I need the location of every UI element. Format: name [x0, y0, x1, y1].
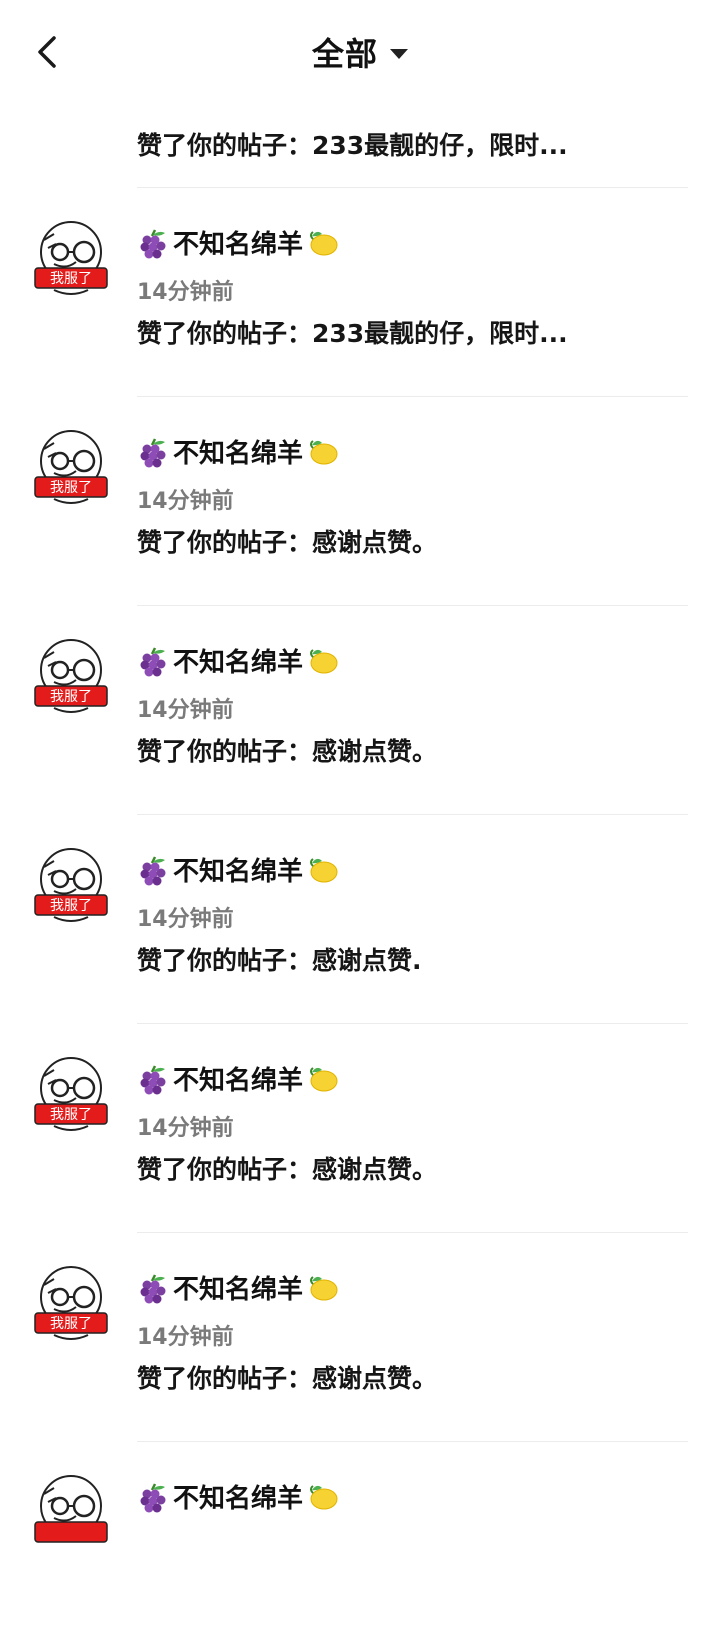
avatar[interactable]: 我服了 — [30, 427, 112, 509]
page-title: 全部 — [311, 35, 378, 73]
list-item[interactable]: 我服了 不知名绵羊 14分钟前 赞了你的帖子：感谢点赞。 — [0, 1024, 720, 1233]
user-name[interactable]: 不知名绵羊 — [137, 1060, 339, 1097]
notification-content: 赞了你的帖子：233最靓的仔，限时... — [137, 319, 568, 348]
grapes-emoji-icon — [140, 1273, 166, 1303]
timestamp: 14分钟前 — [137, 1116, 234, 1141]
top-bar: 全部 — [0, 0, 720, 102]
user-name[interactable]: 不知名绵羊 — [137, 1269, 339, 1306]
user-name[interactable]: 不知名绵羊 — [137, 642, 339, 679]
timestamp: 14分钟前 — [137, 698, 234, 723]
notification-content: 赞了你的帖子：感谢点赞。 — [137, 1155, 438, 1184]
avatar[interactable]: 我服了 — [30, 1054, 112, 1136]
avatar-badge-text: 我服了 — [50, 898, 92, 914]
grapes-emoji-icon — [140, 646, 166, 676]
user-name[interactable]: 不知名绵羊 — [137, 433, 339, 470]
timestamp: 14分钟前 — [137, 1325, 234, 1350]
grapes-emoji-icon — [140, 437, 166, 467]
filter-dropdown[interactable]: 全部 — [0, 28, 720, 76]
grapes-emoji-icon — [140, 228, 166, 258]
avatar[interactable]: 我服了 — [30, 218, 112, 300]
notification-content: 赞了你的帖子：感谢点赞。 — [137, 737, 438, 766]
avatar[interactable] — [30, 1472, 112, 1554]
avatar-badge-text: 我服了 — [50, 689, 92, 705]
list-item[interactable]: 我服了 不知名绵羊 14分钟前 赞了你的帖子：感谢点赞。 — [0, 397, 720, 606]
lemon-emoji-icon — [310, 648, 338, 673]
avatar[interactable]: 我服了 — [30, 845, 112, 927]
avatar[interactable]: 我服了 — [30, 636, 112, 718]
lemon-emoji-icon — [310, 857, 338, 882]
grapes-emoji-icon — [140, 855, 166, 885]
notification-list: 我服了 不知名绵羊 14分钟前 赞了你的帖子：233最靓的仔，限时... 我服了… — [0, 188, 720, 1651]
avatar-badge-text: 我服了 — [50, 271, 92, 287]
notification-content: 赞了你的帖子：233最靓的仔，限时... — [137, 131, 568, 160]
user-name[interactable]: 不知名绵羊 — [137, 1478, 339, 1515]
notification-content: 赞了你的帖子：感谢点赞. — [137, 946, 422, 975]
list-item[interactable]: 不知名绵羊 — [0, 1442, 720, 1651]
lemon-emoji-icon — [310, 1484, 338, 1509]
timestamp: 14分钟前 — [137, 489, 234, 514]
user-name[interactable]: 不知名绵羊 — [137, 224, 339, 261]
timestamp: 14分钟前 — [137, 280, 234, 305]
lemon-emoji-icon — [310, 439, 338, 464]
lemon-emoji-icon — [310, 1066, 338, 1091]
grapes-emoji-icon — [140, 1482, 166, 1512]
notification-content: 赞了你的帖子：感谢点赞。 — [137, 1364, 438, 1393]
lemon-emoji-icon — [310, 1275, 338, 1300]
avatar-badge-text: 我服了 — [50, 480, 92, 496]
list-item[interactable]: 我服了 不知名绵羊 14分钟前 赞了你的帖子：感谢点赞. — [0, 815, 720, 1024]
list-item[interactable]: 我服了 不知名绵羊 14分钟前 赞了你的帖子：感谢点赞。 — [0, 1233, 720, 1442]
avatar[interactable]: 我服了 — [30, 1263, 112, 1345]
grapes-emoji-icon — [140, 1064, 166, 1094]
timestamp: 14分钟前 — [137, 907, 234, 932]
avatar-badge-text: 我服了 — [50, 1107, 92, 1123]
user-name[interactable]: 不知名绵羊 — [137, 851, 339, 888]
caret-down-icon — [390, 49, 408, 59]
list-item[interactable]: 我服了 不知名绵羊 14分钟前 赞了你的帖子：233最靓的仔，限时... — [0, 188, 720, 397]
avatar-badge-text: 我服了 — [50, 1316, 92, 1332]
notification-content: 赞了你的帖子：感谢点赞。 — [137, 528, 438, 557]
lemon-emoji-icon — [310, 230, 338, 255]
list-item[interactable]: 我服了 不知名绵羊 14分钟前 赞了你的帖子：感谢点赞。 — [0, 606, 720, 815]
